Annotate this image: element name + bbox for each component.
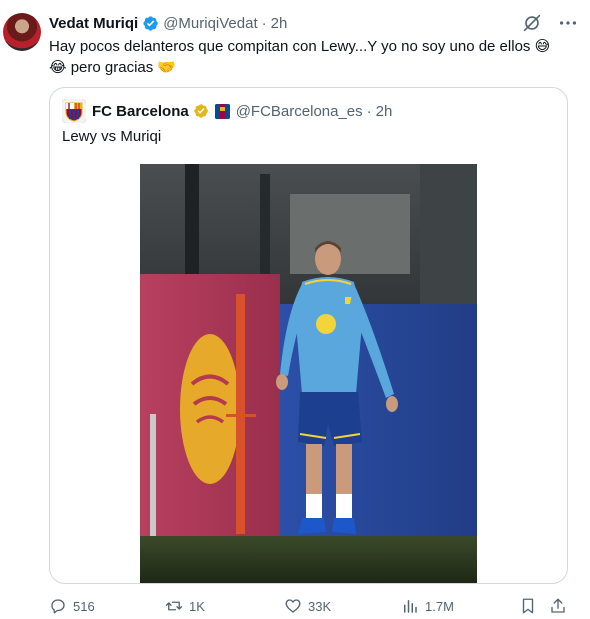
affiliation-badge-icon xyxy=(214,103,230,119)
author-display-name[interactable]: Vedat Muriqi xyxy=(49,15,138,32)
repost-icon xyxy=(165,601,183,611)
emoji-handshake: 🤝 xyxy=(157,58,177,76)
quoted-display-name[interactable]: FC Barcelona xyxy=(92,103,189,120)
separator-dot: · xyxy=(261,14,267,32)
tweet-text: Hay pocos delanteros que compitan con Le… xyxy=(49,36,569,78)
grok-icon[interactable] xyxy=(521,12,543,34)
gold-verified-badge-icon xyxy=(194,104,208,118)
separator-dot: · xyxy=(366,102,372,120)
quoted-tweet-photo[interactable] xyxy=(140,164,477,583)
share-button[interactable] xyxy=(549,596,573,616)
reply-button[interactable]: 516 xyxy=(49,596,95,616)
quoted-tweet-text: Lewy vs Muriqi xyxy=(62,128,162,145)
reply-count: 516 xyxy=(73,598,95,614)
action-bar: 516 1K 33K 1.7M xyxy=(49,596,579,616)
bookmark-button[interactable] xyxy=(519,596,543,616)
emoji-tears-of-joy: 😂 xyxy=(49,58,67,76)
quoted-handle[interactable]: @FCBarcelona_es xyxy=(236,103,363,120)
bookmark-icon xyxy=(522,598,534,614)
verified-badge-icon xyxy=(143,15,158,31)
views-count: 1.7M xyxy=(425,598,454,614)
tweet-text-line2: pero gracias xyxy=(70,59,154,76)
like-button[interactable]: 33K xyxy=(284,596,331,616)
author-avatar[interactable] xyxy=(3,13,41,51)
like-count: 33K xyxy=(308,598,332,614)
views-icon xyxy=(404,600,417,613)
reply-icon xyxy=(51,599,65,614)
quoted-tweet-header: FC Barcelona @FCBarcelona_es · 2h xyxy=(62,99,393,123)
quoted-timestamp[interactable]: 2h xyxy=(376,103,393,120)
tweet-text-line1: Hay pocos delanteros que compitan con Le… xyxy=(49,38,531,55)
views-button[interactable]: 1.7M xyxy=(401,596,454,616)
repost-button[interactable]: 1K xyxy=(165,596,205,616)
repost-count: 1K xyxy=(189,598,205,614)
share-icon xyxy=(551,598,565,613)
tweet-header: Vedat Muriqi @MuriqiVedat · 2h xyxy=(49,13,287,33)
quoted-tweet[interactable]: FC Barcelona @FCBarcelona_es · 2h Lewy v… xyxy=(49,87,568,584)
tweet-card[interactable]: Vedat Muriqi @MuriqiVedat · 2h Hay pocos… xyxy=(0,0,590,619)
more-icon[interactable] xyxy=(557,12,579,34)
emoji-sweat-smile: 😅 xyxy=(534,37,551,55)
fcb-crest-avatar[interactable] xyxy=(62,99,86,123)
heart-icon xyxy=(285,599,301,613)
tweet-timestamp[interactable]: 2h xyxy=(271,15,288,32)
author-handle[interactable]: @MuriqiVedat xyxy=(163,15,257,32)
